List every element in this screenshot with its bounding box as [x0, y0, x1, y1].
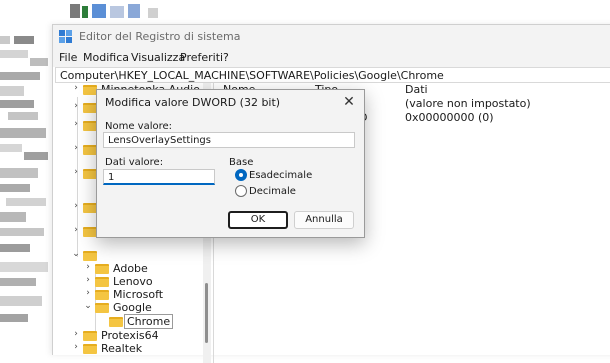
folder-icon [95, 303, 109, 313]
menu-preferiti[interactable]: Preferiti [180, 51, 223, 64]
value-data-label: Dati valore: [105, 157, 164, 168]
value-name-label: Nome valore: [105, 121, 173, 132]
chevron-right-icon[interactable]: › [71, 143, 81, 153]
taskbar-background [58, 0, 610, 24]
folder-icon [83, 251, 97, 261]
folder-icon [83, 85, 97, 95]
value-name-field[interactable]: LensOverlaySettings [103, 132, 355, 148]
chevron-right-icon[interactable]: › [71, 342, 81, 352]
tree-item-google[interactable]: ⌄ Google [83, 301, 193, 315]
list-row-data[interactable]: (valore non impostato) [405, 97, 531, 110]
title-bar: Editor del Registro di sistema [53, 25, 610, 49]
close-icon[interactable]: ✕ [340, 93, 358, 111]
chevron-right-icon[interactable]: › [71, 119, 81, 129]
folder-icon [83, 145, 97, 155]
menu-help[interactable]: ? [223, 51, 229, 64]
folder-icon [83, 203, 97, 213]
chevron-right-icon[interactable]: › [71, 329, 81, 339]
folder-icon [83, 344, 97, 354]
registry-editor-icon [59, 30, 73, 44]
folder-icon [83, 227, 97, 237]
chevron-down-icon[interactable]: ⌄ [83, 301, 93, 311]
folder-icon [83, 121, 97, 131]
menu-modifica[interactable]: Modifica [83, 51, 129, 64]
tree-item-label: Google [113, 301, 152, 314]
tree-item-label: Adobe [113, 262, 148, 275]
tree-item-realtek[interactable]: › Realtek [71, 342, 201, 356]
tree-item-chrome[interactable]: Chrome [97, 314, 201, 329]
radio-hexadecimal[interactable] [235, 169, 247, 181]
cancel-button[interactable]: Annulla [294, 211, 354, 229]
tree-item-label: Lenovo [113, 275, 153, 288]
chevron-right-icon[interactable]: › [71, 167, 81, 177]
menu-file[interactable]: File [59, 51, 77, 64]
desktop-background [0, 0, 58, 333]
folder-icon [95, 264, 109, 274]
tree-item-label: Protexis64 [101, 329, 159, 342]
tree-item-protexis64[interactable]: › Protexis64 [71, 329, 201, 343]
base-group-label: Base [229, 157, 254, 168]
chevron-right-icon[interactable]: › [83, 288, 93, 298]
scrollbar-thumb[interactable] [205, 283, 208, 343]
folder-icon [95, 277, 109, 287]
dialog-title: Modifica valore DWORD (32 bit) [105, 96, 281, 109]
folder-icon [95, 290, 109, 300]
tree-item[interactable]: ⌄ [71, 249, 101, 263]
tree-item-label: Chrome [123, 314, 174, 329]
chevron-right-icon[interactable]: › [71, 225, 81, 235]
tree-item-adobe[interactable]: › Adobe [83, 262, 193, 276]
folder-icon [83, 169, 97, 179]
ok-button[interactable]: OK [228, 211, 288, 229]
chevron-right-icon[interactable]: › [71, 201, 81, 211]
chevron-down-icon[interactable]: ⌄ [71, 249, 81, 259]
folder-icon [109, 317, 123, 327]
tree-item-lenovo[interactable]: › Lenovo [83, 275, 193, 289]
folder-icon [83, 103, 97, 113]
chevron-right-icon[interactable]: › [71, 83, 81, 93]
chevron-right-icon[interactable]: › [83, 275, 93, 285]
radio-decimal[interactable] [235, 185, 247, 197]
value-data-field[interactable]: 1 [103, 169, 215, 185]
tree-item-label: Realtek [101, 342, 143, 355]
menu-visualizza[interactable]: Visualizza [131, 51, 185, 64]
menu-bar: File Modifica Visualizza Preferiti ? [53, 49, 610, 67]
chevron-right-icon[interactable]: › [71, 101, 81, 111]
tree-item-label: Microsoft [113, 288, 164, 301]
address-bar[interactable]: Computer\HKEY_LOCAL_MACHINE\SOFTWARE\Pol… [55, 67, 610, 83]
list-row-data[interactable]: 0x00000000 (0) [405, 111, 494, 124]
window-title: Editor del Registro di sistema [79, 30, 241, 43]
edit-dword-dialog: Modifica valore DWORD (32 bit) ✕ Nome va… [96, 89, 365, 238]
chevron-right-icon[interactable]: › [83, 262, 93, 272]
radio-hexadecimal-label[interactable]: Esadecimale [249, 170, 312, 181]
tree-item-microsoft[interactable]: › Microsoft [83, 288, 193, 302]
radio-decimal-label[interactable]: Decimale [249, 186, 296, 197]
